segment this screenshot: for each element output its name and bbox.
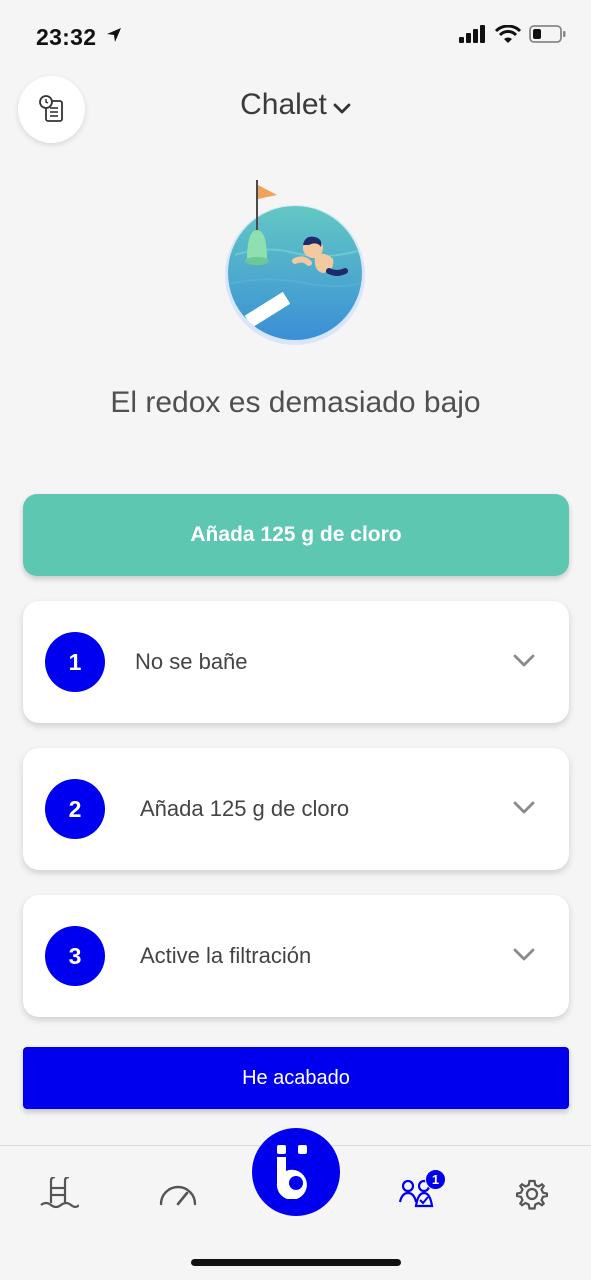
tab-home[interactable] [252, 1128, 340, 1216]
status-time: 23:32 [36, 24, 97, 50]
step-label: Añada 125 g de cloro [140, 796, 350, 821]
pool-name: Chalet [240, 88, 327, 121]
done-button[interactable]: He acabado [23, 1047, 569, 1109]
location-arrow-icon [106, 27, 122, 48]
status-message: El redox es demasiado bajo [110, 386, 481, 419]
status-bar: 23:32 [0, 0, 591, 76]
gauge-icon [159, 1185, 197, 1206]
pool-selector[interactable]: Chalet [0, 88, 591, 123]
status-icons [459, 24, 567, 44]
tab-tasks[interactable]: 1 [396, 1169, 446, 1216]
pool-ladder-icon [40, 1177, 79, 1209]
gear-icon [516, 1179, 548, 1210]
step-number: 3 [45, 926, 105, 986]
tab-dashboard[interactable] [156, 1172, 200, 1216]
tab-pool[interactable] [37, 1172, 81, 1216]
battery-icon [529, 25, 566, 43]
step-card[interactable]: 1 No se bañe [23, 601, 569, 723]
notification-badge: 1 [425, 1169, 446, 1190]
step-card[interactable]: 2 Añada 125 g de cloro [23, 748, 569, 870]
signal-icon [459, 25, 485, 43]
chevron-down-icon[interactable] [513, 654, 535, 673]
tab-settings[interactable] [510, 1172, 554, 1216]
chevron-down-icon[interactable] [513, 948, 535, 967]
chevron-down-icon[interactable] [513, 801, 535, 820]
brand-logo-icon [276, 1145, 307, 1199]
step-label: Active la filtración [140, 943, 312, 968]
swimmer-illustration [225, 175, 370, 345]
step-number: 2 [45, 779, 105, 839]
step-card[interactable]: 3 Active la filtración [23, 895, 569, 1017]
step-number: 1 [45, 632, 105, 692]
add-chlorine-button[interactable]: Añada 125 g de cloro [23, 494, 569, 576]
chevron-down-icon [333, 89, 351, 123]
wifi-icon [495, 24, 521, 43]
step-label: No se bañe [135, 649, 248, 674]
home-indicator [191, 1259, 401, 1266]
